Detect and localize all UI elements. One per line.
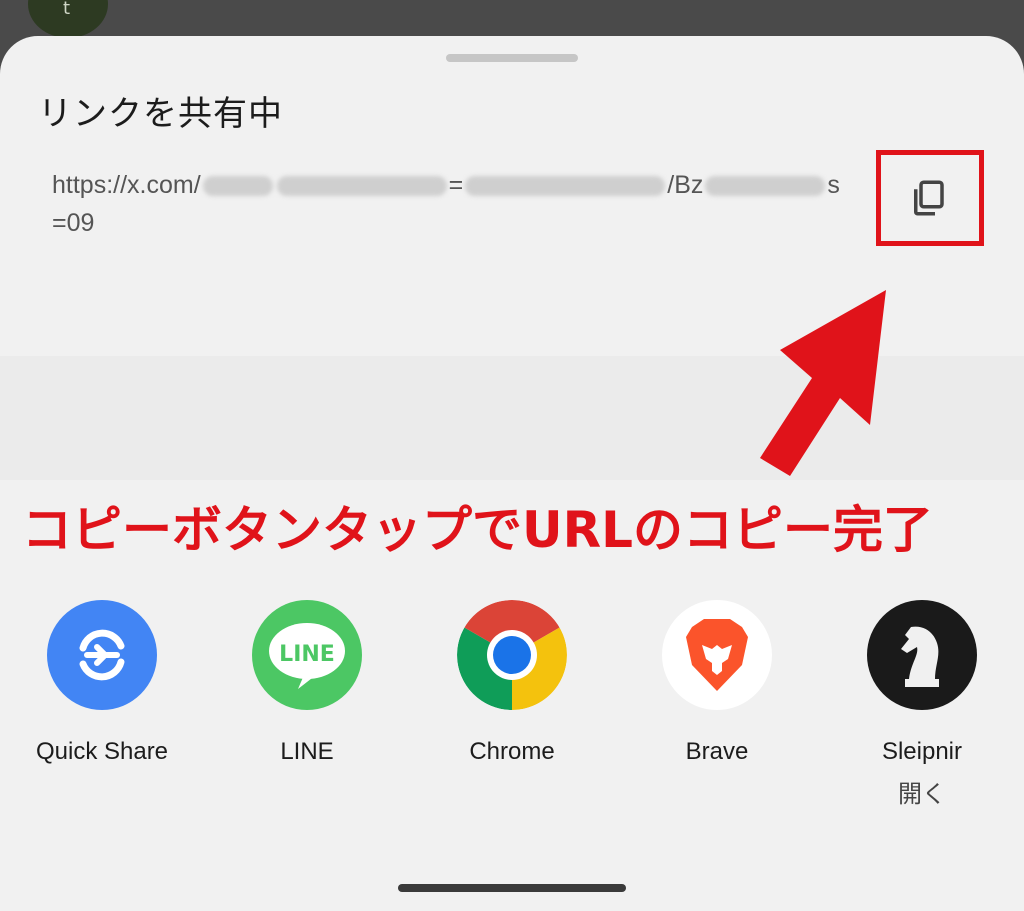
share-target-brave[interactable]: Brave [627,600,807,766]
sleipnir-icon [867,600,977,710]
avatar: t [28,0,108,38]
url-part: =09 [52,209,95,237]
shared-url: https://x.com/ = /Bz s =09 [52,166,872,242]
url-part: = [448,171,464,199]
sheet-title: リンクを共有中 [38,94,283,134]
chrome-icon [457,600,567,710]
redaction-blur [276,176,447,197]
drag-handle[interactable] [446,54,578,62]
share-target-line[interactable]: LINE LINE [217,600,397,766]
share-target-label: Sleipnir [881,738,963,765]
redaction-blur [202,176,273,197]
gesture-nav-bar[interactable] [398,884,626,892]
line-icon: LINE [252,600,362,710]
avatar-letter: t [63,0,71,19]
annotation-caption: コピーボタンタップでURLのコピー完了 [22,501,933,559]
annotation-arrow [760,290,886,476]
url-part: https://x.com/ [52,171,201,199]
share-target-chrome[interactable]: Chrome [422,600,602,766]
brave-icon [662,600,772,710]
svg-text:LINE: LINE [279,642,335,667]
copy-icon [914,180,944,216]
quick-share-icon [47,600,157,710]
share-target-label: Brave [685,738,749,765]
copy-button[interactable] [898,168,958,228]
share-target-sublabel: 開く [898,780,946,808]
share-target-quick-share[interactable]: Quick Share [12,600,192,766]
share-target-label: Chrome [469,738,555,765]
share-target-label: LINE [280,738,334,765]
share-target-label: Quick Share [35,738,169,765]
redaction-blur [705,176,826,197]
url-part: s [827,171,840,199]
url-part: /Bz [667,171,704,199]
share-target-sleipnir[interactable]: Sleipnir 開く [832,600,1012,809]
redaction-blur [465,176,666,197]
